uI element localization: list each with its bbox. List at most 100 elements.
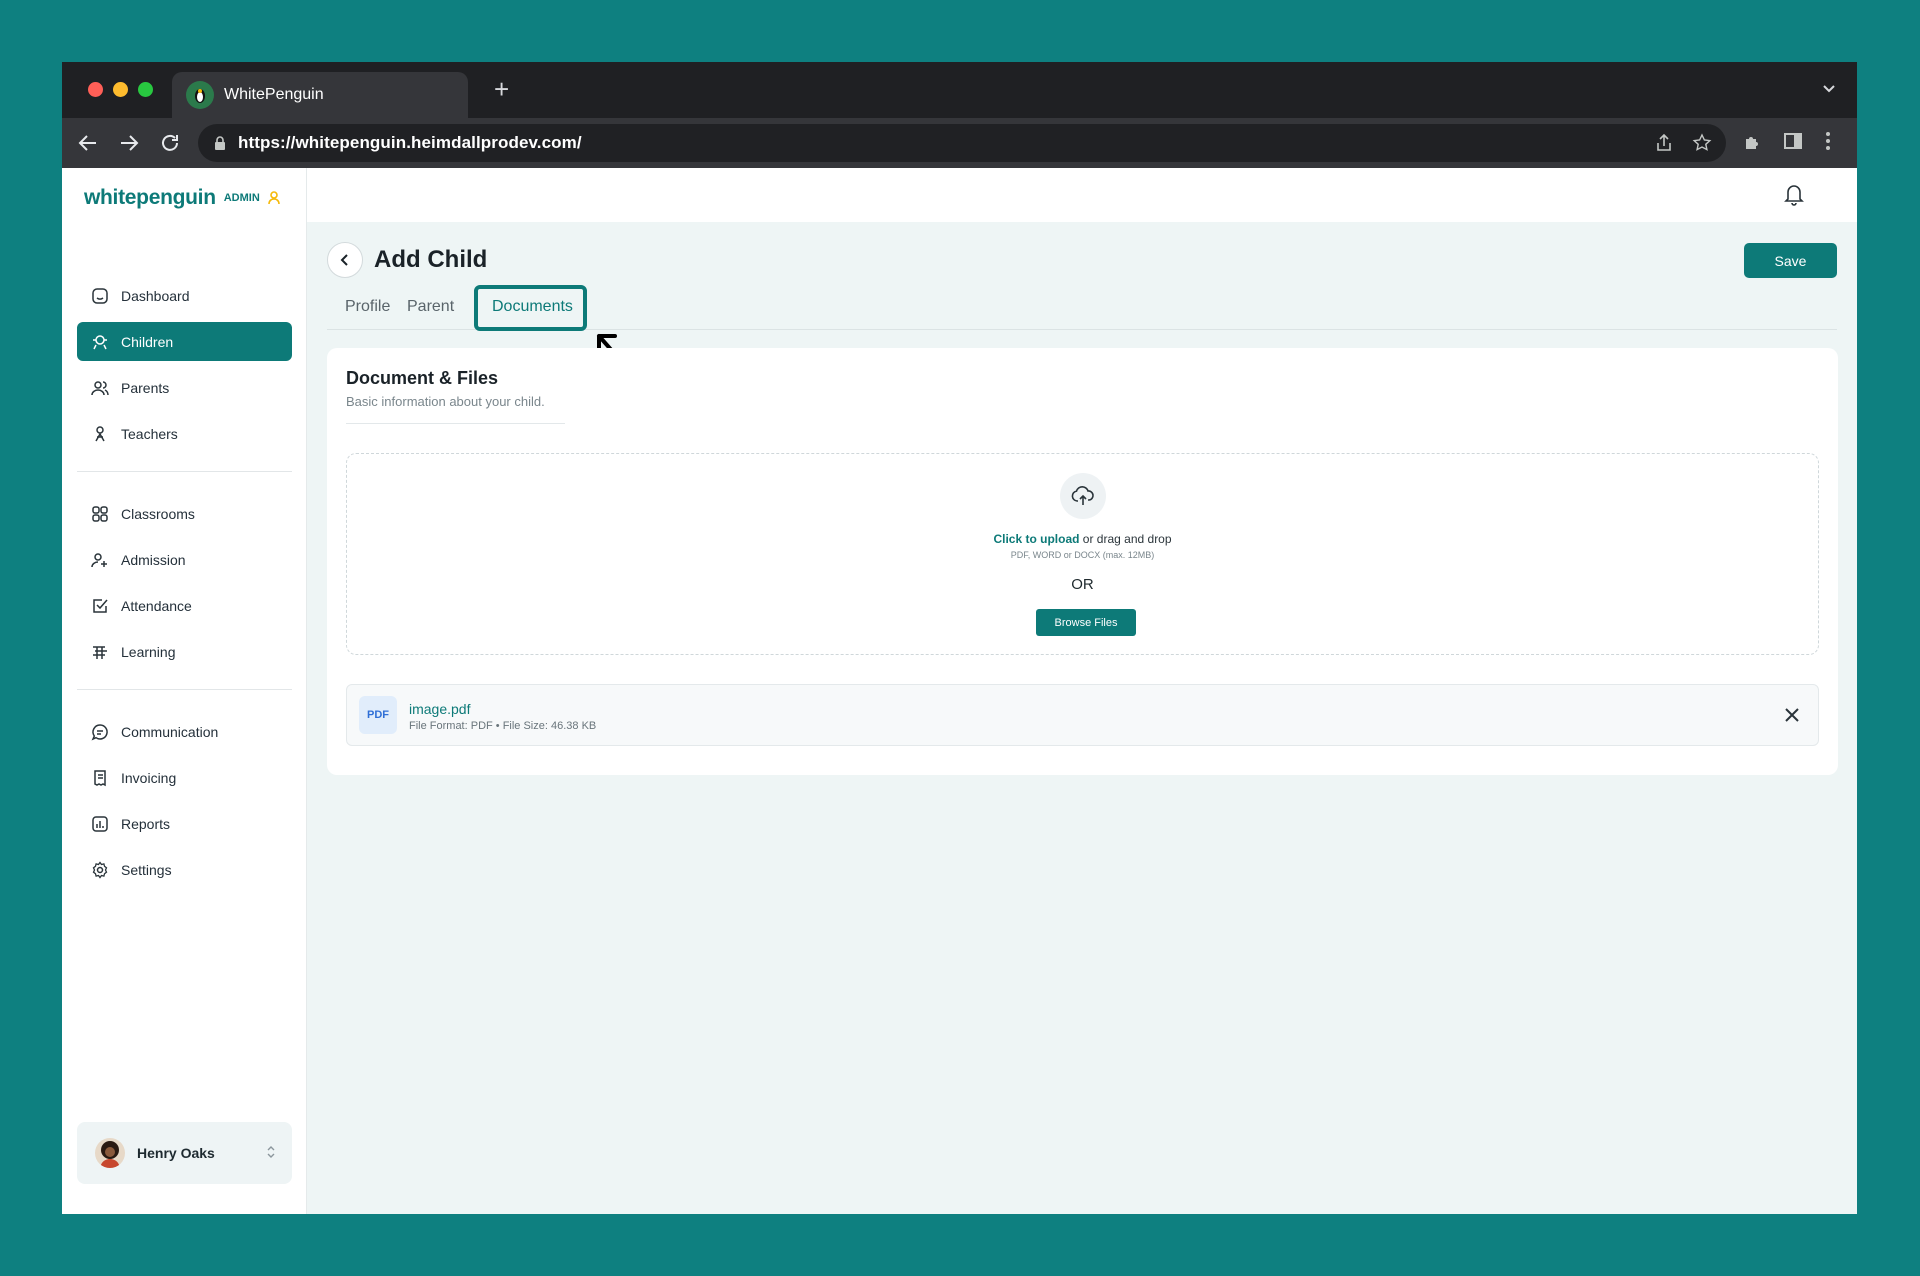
browser-tab[interactable]: WhitePenguin bbox=[172, 72, 468, 118]
cloud-upload-icon bbox=[1060, 473, 1106, 519]
browser-window: WhitePenguin + https://whitepenguin.heim… bbox=[62, 62, 1857, 1214]
sidebar-item-label: Parents bbox=[121, 379, 170, 396]
or-separator: OR bbox=[1071, 576, 1094, 593]
share-icon[interactable] bbox=[1654, 133, 1674, 153]
chart-icon bbox=[92, 815, 108, 832]
sidebar-item-label: Attendance bbox=[121, 597, 192, 614]
sidebar-item-teachers[interactable]: Teachers bbox=[77, 414, 292, 453]
file-name[interactable]: image.pdf bbox=[409, 701, 470, 717]
active-tab-highlight bbox=[474, 285, 587, 331]
user-profile-switcher[interactable]: Henry Oaks bbox=[77, 1122, 292, 1184]
checkbox-icon bbox=[93, 598, 108, 613]
browser-tab-bar: WhitePenguin + bbox=[62, 62, 1857, 118]
nav-divider bbox=[77, 471, 292, 472]
book-icon bbox=[93, 645, 107, 659]
minimize-window-button[interactable] bbox=[113, 82, 128, 97]
browser-toolbar: https://whitepenguin.heimdallprodev.com/ bbox=[62, 118, 1857, 168]
url-text: https://whitepenguin.heimdallprodev.com/ bbox=[238, 133, 582, 152]
sidebar-item-label: Reports bbox=[121, 815, 171, 832]
upload-hint: PDF, WORD or DOCX (max. 12MB) bbox=[1010, 550, 1155, 560]
grid-icon bbox=[92, 505, 108, 522]
browse-files-button[interactable]: Browse Files bbox=[1036, 609, 1136, 636]
sidebar-item-label: Learning bbox=[121, 643, 176, 660]
reload-icon[interactable] bbox=[158, 131, 182, 155]
sidebar-item-attendance[interactable]: Attendance bbox=[77, 586, 292, 625]
app-root: whitepenguin ADMIN Dashboard Children Pa… bbox=[62, 168, 1857, 1214]
section-title: Document & Files bbox=[346, 368, 499, 388]
section-subtitle: Basic information about your child. bbox=[346, 394, 545, 409]
sidebar-nav: Dashboard Children Parents Teachers Clas… bbox=[77, 276, 292, 896]
click-to-upload-link[interactable]: Click to upload bbox=[993, 532, 1079, 546]
forward-arrow-icon[interactable] bbox=[117, 131, 141, 155]
more-vertical-icon[interactable] bbox=[1825, 131, 1831, 151]
sidebar-item-label: Communication bbox=[121, 723, 219, 740]
upload-instruction: Click to upload or drag and drop bbox=[347, 532, 1818, 546]
tab-title: WhitePenguin bbox=[224, 86, 324, 103]
form-tabs: Profile Parent Documents bbox=[327, 284, 1837, 372]
chat-icon bbox=[91, 723, 108, 740]
sidebar-item-learning[interactable]: Learning bbox=[77, 632, 292, 671]
pdf-file-icon: PDF bbox=[359, 696, 397, 734]
nav-divider bbox=[77, 689, 292, 690]
section-divider bbox=[346, 423, 565, 424]
users-icon bbox=[91, 380, 109, 395]
child-icon bbox=[93, 334, 107, 349]
teacher-icon bbox=[95, 425, 105, 441]
maximize-window-button[interactable] bbox=[138, 82, 153, 97]
address-bar[interactable]: https://whitepenguin.heimdallprodev.com/ bbox=[198, 124, 1726, 162]
sidebar-item-admission[interactable]: Admission bbox=[77, 540, 292, 579]
sidebar-item-classrooms[interactable]: Classrooms bbox=[77, 494, 292, 533]
back-button[interactable] bbox=[327, 242, 363, 278]
documents-card: Document & Files Basic information about… bbox=[327, 348, 1838, 775]
new-tab-button[interactable]: + bbox=[494, 76, 509, 102]
admin-person-icon bbox=[267, 191, 280, 205]
upload-instruction-rest: or drag and drop bbox=[1079, 532, 1172, 546]
user-add-icon bbox=[91, 552, 107, 567]
extensions-puzzle-icon[interactable] bbox=[1742, 131, 1764, 153]
side-panel-icon[interactable] bbox=[1783, 131, 1803, 151]
avatar bbox=[95, 1138, 125, 1168]
tab-parent[interactable]: Parent bbox=[407, 298, 454, 316]
close-window-button[interactable] bbox=[88, 82, 103, 97]
sidebar-item-label: Children bbox=[121, 333, 174, 350]
sidebar-item-reports[interactable]: Reports bbox=[77, 804, 292, 843]
sidebar-item-children[interactable]: Children bbox=[77, 322, 292, 361]
chevron-up-down-icon bbox=[267, 1146, 275, 1158]
home-icon bbox=[92, 287, 108, 304]
gear-icon bbox=[92, 860, 108, 879]
sidebar-item-invoicing[interactable]: Invoicing bbox=[77, 758, 292, 797]
sidebar-item-dashboard[interactable]: Dashboard bbox=[77, 276, 292, 315]
top-header bbox=[307, 168, 1857, 222]
file-meta: File Format: PDF • File Size: 46.38 KB bbox=[409, 720, 597, 732]
penguin-favicon-icon bbox=[186, 81, 214, 109]
brand-name: whitepenguin bbox=[84, 186, 216, 209]
sidebar-item-label: Settings bbox=[121, 861, 172, 878]
file-dropzone[interactable]: Click to upload or drag and drop PDF, WO… bbox=[346, 453, 1819, 655]
save-button[interactable]: Save bbox=[1744, 243, 1837, 278]
bookmark-star-icon[interactable] bbox=[1692, 133, 1712, 153]
sidebar-item-parents[interactable]: Parents bbox=[77, 368, 292, 407]
invoice-icon bbox=[94, 769, 106, 786]
sidebar-item-label: Classrooms bbox=[121, 505, 195, 522]
uploaded-file-item: PDF image.pdf File Format: PDF • File Si… bbox=[346, 684, 1819, 746]
sidebar-item-label: Admission bbox=[121, 551, 186, 568]
page-title: Add Child bbox=[374, 246, 488, 273]
brand-logo[interactable]: whitepenguin ADMIN bbox=[84, 186, 280, 210]
main-content: Add Child Save Profile Parent Documents … bbox=[307, 168, 1857, 1214]
lock-icon bbox=[215, 136, 225, 150]
chevron-down-icon[interactable] bbox=[1821, 80, 1837, 96]
sidebar-item-label: Dashboard bbox=[121, 287, 190, 304]
user-name: Henry Oaks bbox=[137, 1145, 215, 1161]
window-controls bbox=[88, 82, 153, 97]
remove-file-close-icon[interactable] bbox=[1784, 707, 1800, 723]
notification-bell-icon[interactable] bbox=[1783, 182, 1805, 206]
sidebar-item-settings[interactable]: Settings bbox=[77, 850, 292, 889]
sidebar-item-label: Teachers bbox=[121, 425, 178, 442]
sidebar-item-communication[interactable]: Communication bbox=[77, 712, 292, 751]
back-arrow-icon[interactable] bbox=[76, 131, 100, 155]
chevron-left-icon bbox=[340, 254, 348, 266]
tab-profile[interactable]: Profile bbox=[345, 298, 390, 316]
sidebar-item-label: Invoicing bbox=[121, 769, 177, 786]
sidebar: whitepenguin ADMIN Dashboard Children Pa… bbox=[62, 168, 307, 1214]
admin-badge: ADMIN bbox=[223, 192, 260, 204]
